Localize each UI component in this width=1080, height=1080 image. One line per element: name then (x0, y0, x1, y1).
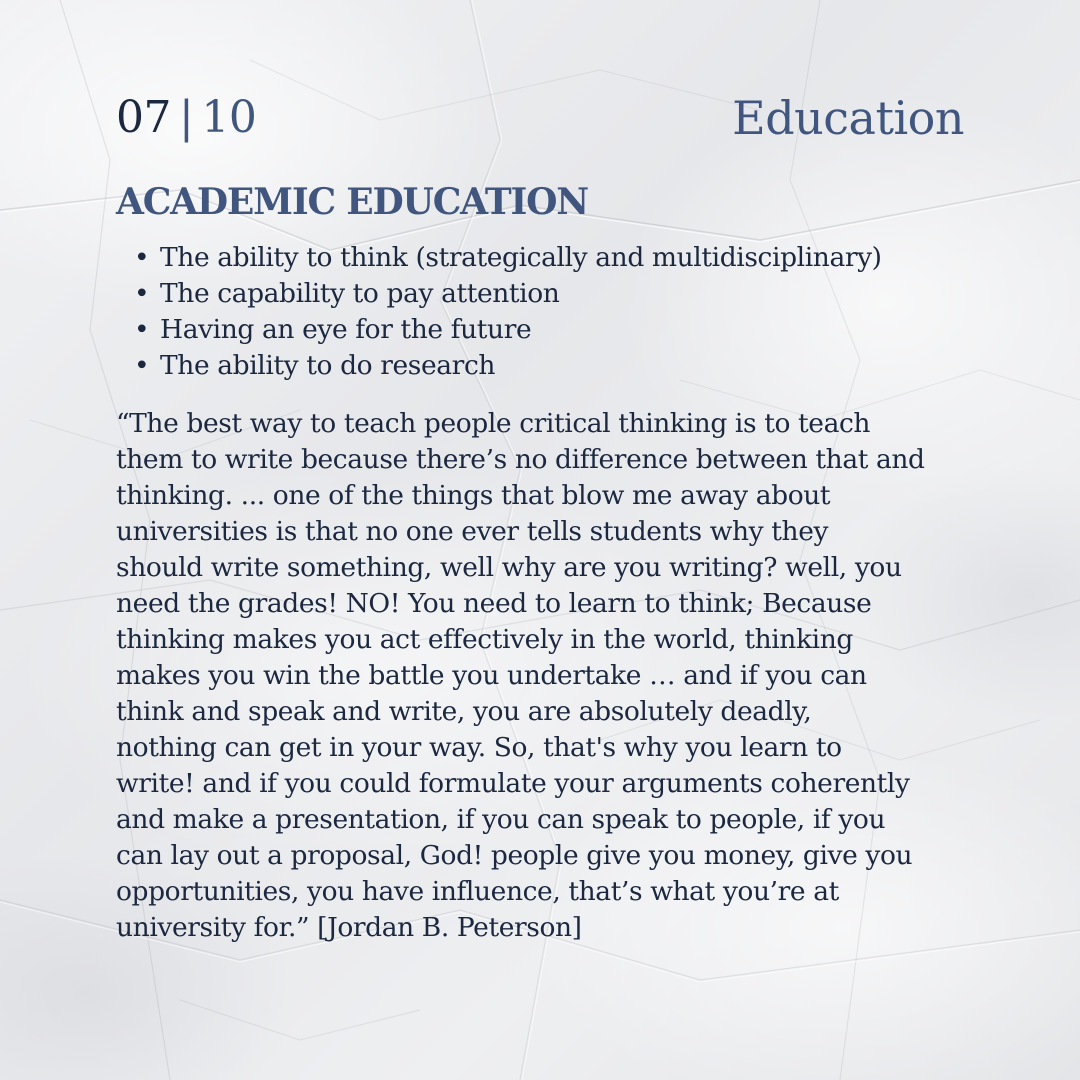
section-heading: ACADEMIC EDUCATION (116, 181, 589, 223)
page-separator: | (179, 92, 194, 143)
quote-line: university for.” [Jordan B. Peterson] (116, 912, 582, 943)
quote-line: “The best way to teach people critical t… (116, 408, 871, 439)
list-item-text: Having an eye for the future (160, 314, 532, 345)
quote-line: can lay out a proposal, God! people give… (116, 840, 913, 871)
quote-line: universities is that no one ever tells s… (116, 516, 829, 547)
bullet-icon: • (134, 314, 150, 345)
bullet-list: • The ability to think (strategically and… (116, 240, 964, 384)
quote-line: need the grades! NO! You need to learn t… (116, 588, 872, 619)
section-title: Education (732, 91, 964, 145)
bullet-icon: • (134, 242, 150, 273)
list-item: • The ability to think (strategically and… (134, 240, 964, 276)
page-current: 07 (116, 92, 172, 143)
bullet-icon: • (134, 278, 150, 309)
quote-line: opportunities, you have influence, that’… (116, 876, 839, 907)
list-item: • The ability to do research (134, 348, 964, 384)
bullet-icon: • (134, 350, 150, 381)
page-total: 10 (201, 92, 257, 143)
list-item-text: The ability to think (strategically and … (160, 242, 882, 273)
list-item: • Having an eye for the future (134, 312, 964, 348)
list-item-text: The ability to do research (160, 350, 496, 381)
quote-line: thinking. ... one of the things that blo… (116, 480, 831, 511)
quote-line: write! and if you could formulate your a… (116, 768, 910, 799)
header: 07 | 10 Education (116, 90, 964, 150)
quote-paragraph: “The best way to teach people critical t… (116, 406, 964, 946)
list-item: • The capability to pay attention (134, 276, 964, 312)
quote-line: nothing can get in your way. So, that's … (116, 732, 842, 763)
quote-line: thinking makes you act effectively in th… (116, 624, 853, 655)
slide: { "header": { "page_current": "07", "pag… (0, 0, 1080, 1080)
content-area: 07 | 10 Education ACADEMIC EDUCATION • The … (116, 90, 964, 946)
page-counter: 07 | 10 (116, 90, 257, 146)
quote-line: and make a presentation, if you can spea… (116, 804, 886, 835)
quote-line: think and speak and write, you are absol… (116, 696, 812, 727)
list-item-text: The capability to pay attention (160, 278, 560, 309)
quote-line: them to write because there’s no differe… (116, 444, 925, 475)
quote-line: should write something, well why are you… (116, 552, 902, 583)
quote-line: makes you win the battle you undertake …… (116, 660, 867, 691)
